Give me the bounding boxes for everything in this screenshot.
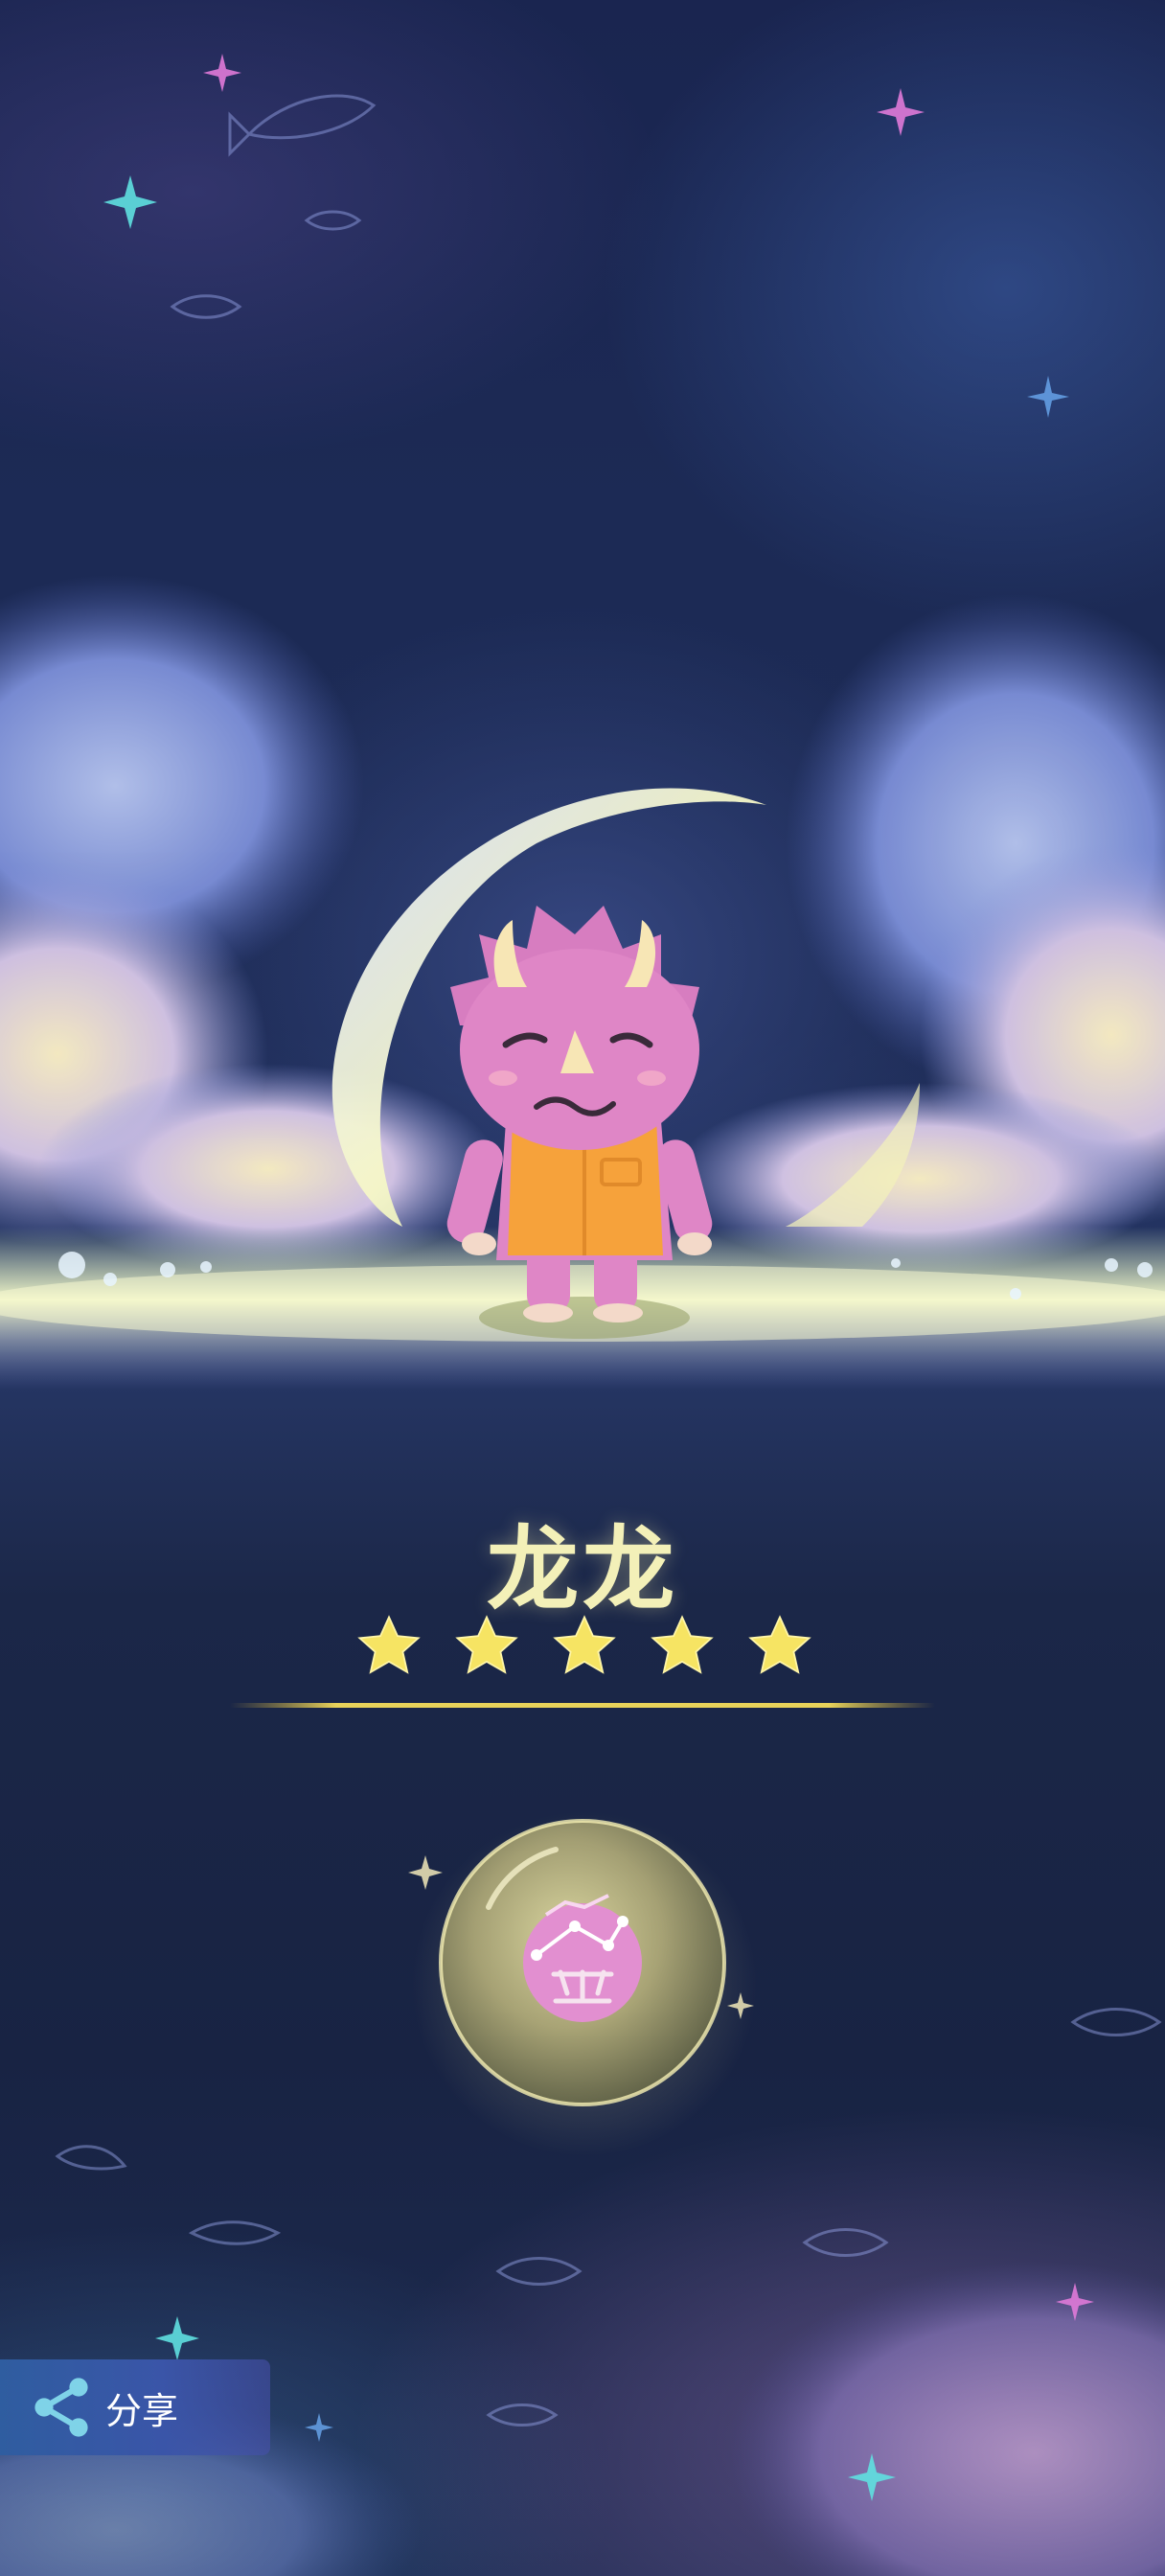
star-icon: [553, 1615, 616, 1674]
game-scene: 龙龙 分享: [0, 0, 1165, 2576]
constellation-badge[interactable]: [402, 1802, 766, 2166]
star-icon: [748, 1615, 811, 1674]
share-button[interactable]: 分享: [0, 2359, 270, 2455]
star-icon: [455, 1615, 518, 1674]
share-icon: [34, 2378, 88, 2437]
gold-divider: [230, 1703, 935, 1708]
star-rating: [354, 1608, 814, 1685]
star-icon: [651, 1615, 714, 1674]
star-icon: [357, 1615, 421, 1674]
share-label: 分享: [105, 2389, 179, 2432]
dinosaur-character[interactable]: [422, 882, 728, 1342]
